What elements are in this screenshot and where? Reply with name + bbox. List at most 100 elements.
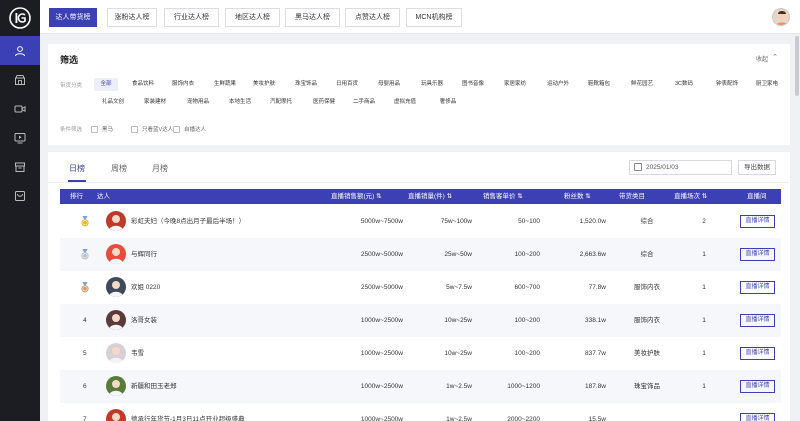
- cell-talent-name[interactable]: 与辉同行: [131, 238, 157, 271]
- sort-icon[interactable]: ⇅: [516, 193, 522, 200]
- tab-sales-ranking[interactable]: 达人带货榜: [49, 8, 97, 27]
- cell-price: 100~200: [514, 317, 541, 324]
- category-chip[interactable]: 3C数码: [665, 78, 703, 91]
- cell-volume: 10w~25w: [444, 317, 472, 324]
- category-chip[interactable]: 鞋靴箱包: [580, 78, 618, 91]
- avatar[interactable]: [106, 244, 126, 264]
- category-chip[interactable]: 母婴用品: [370, 78, 408, 91]
- live-detail-button[interactable]: 直播详情: [740, 380, 775, 393]
- live-detail-button[interactable]: 直播详情: [740, 248, 775, 261]
- sort-icon[interactable]: ⇅: [700, 193, 707, 200]
- video-icon: [14, 105, 26, 112]
- category-chip[interactable]: 礼品文创: [94, 96, 132, 109]
- checkbox-box[interactable]: [131, 125, 138, 133]
- live-detail-button[interactable]: 直播详情: [740, 215, 775, 228]
- table-row[interactable]: 欢姐 0220 2500w~5000w 5w~7.5w 600~700 77.8w 服饰内…: [60, 271, 781, 304]
- collapse-button[interactable]: 收起: [756, 54, 768, 63]
- avatar[interactable]: [106, 211, 126, 231]
- checkbox-self-live[interactable]: 自播达人: [173, 125, 206, 133]
- tab-monthly[interactable]: 月榜: [152, 163, 168, 174]
- col-volume[interactable]: 直播销量(件) ⇅: [408, 189, 452, 204]
- col-sales[interactable]: 直播销售额(元) ⇅: [331, 189, 382, 204]
- sidebar-item-product[interactable]: [0, 152, 40, 181]
- sidebar-item-talent[interactable]: [0, 36, 40, 65]
- category-chip[interactable]: 美妆护肤: [245, 78, 283, 91]
- category-chip[interactable]: 厨卫家电: [748, 78, 786, 91]
- category-chip[interactable]: 全部: [94, 78, 118, 91]
- cell-talent-name[interactable]: 新疆和田玉老郑: [131, 370, 177, 403]
- avatar[interactable]: [106, 409, 126, 421]
- category-chip[interactable]: 食品饮料: [124, 78, 162, 91]
- tab-daily[interactable]: 日榜: [69, 163, 85, 174]
- col-price[interactable]: 销售客单价 ⇅: [483, 189, 523, 204]
- tab-fans-growth[interactable]: 涨粉达人榜: [107, 8, 157, 27]
- sort-icon[interactable]: ⇅: [374, 193, 381, 200]
- category-chip[interactable]: 宠物用品: [179, 96, 217, 109]
- category-chip[interactable]: 图书音像: [454, 78, 492, 91]
- category-chip[interactable]: 玩具乐器: [413, 78, 451, 91]
- table-row[interactable]: 6 新疆和田玉老郑 1000w~2500w 1w~2.5w 1000~1200 187.8…: [60, 370, 781, 403]
- avatar[interactable]: [106, 277, 126, 297]
- sidebar-item-shop[interactable]: [0, 65, 40, 94]
- table-row[interactable]: 彩虹夫妇（今晚8点出月子最后半场！） 5000w~7500w 75w~100w 50~…: [60, 205, 781, 238]
- export-button[interactable]: 导出数据: [738, 160, 776, 175]
- user-icon: [15, 45, 25, 56]
- category-chip[interactable]: 二手商品: [345, 96, 383, 109]
- category-chip[interactable]: 奢侈品: [429, 96, 467, 109]
- tab-industry[interactable]: 行业达人榜: [164, 8, 219, 27]
- cell-talent-name[interactable]: 洛哥女装: [131, 304, 157, 337]
- category-chip[interactable]: 家装建材: [136, 96, 174, 109]
- cell-talent-name[interactable]: 欢姐 0220: [131, 271, 160, 304]
- cell-category: 美妆护肤: [634, 350, 660, 357]
- logo[interactable]: [0, 0, 40, 36]
- tab-likes[interactable]: 点赞达人榜: [345, 8, 400, 27]
- live-detail-button[interactable]: 直播详情: [740, 347, 775, 360]
- category-chip[interactable]: 本地生活: [221, 96, 259, 109]
- category-chip[interactable]: 虚拟充值: [386, 96, 424, 109]
- sidebar-item-store[interactable]: [0, 181, 40, 210]
- checkbox-box[interactable]: [91, 125, 98, 133]
- live-detail-button[interactable]: 直播详情: [740, 281, 775, 294]
- table-row[interactable]: 与辉同行 2500w~5000w 25w~50w 100~200 2,663.6w 综合 1…: [60, 238, 781, 271]
- category-chip[interactable]: 珠宝饰品: [287, 78, 325, 91]
- checkbox-dark-horse[interactable]: 黑马: [91, 125, 113, 133]
- page-scrollbar[interactable]: [795, 36, 799, 96]
- avatar[interactable]: [106, 376, 126, 396]
- sidebar-item-live[interactable]: [0, 123, 40, 152]
- checkbox-box[interactable]: [173, 125, 180, 133]
- category-chip[interactable]: 运动户外: [539, 78, 577, 91]
- table-row[interactable]: 7 德承行年货节-1月3日11点开业超级盛典 1000w~2500w 1w~2.5w 2…: [60, 403, 781, 421]
- category-chip[interactable]: 日用百货: [328, 78, 366, 91]
- tab-dark-horse[interactable]: 黑马达人榜: [285, 8, 340, 27]
- col-fans[interactable]: 粉丝数 ⇅: [564, 189, 591, 204]
- tab-region[interactable]: 地区达人榜: [225, 8, 280, 27]
- category-chip[interactable]: 鲜花园艺: [623, 78, 661, 91]
- table-row[interactable]: 5 韦雪 1000w~2500w 10w~25w 100~200 837.7w 美妆护肤 1 直…: [60, 337, 781, 370]
- category-chip[interactable]: 汽配摩托: [262, 96, 300, 109]
- date-picker[interactable]: 2025/01/03: [629, 160, 732, 175]
- category-chip[interactable]: 钟表配饰: [708, 78, 746, 91]
- avatar[interactable]: [106, 310, 126, 330]
- sort-icon[interactable]: ⇅: [445, 193, 452, 200]
- user-avatar[interactable]: [772, 8, 790, 26]
- category-chip[interactable]: 服饰内衣: [164, 78, 202, 91]
- cell-talent-name[interactable]: 韦雪: [131, 337, 144, 370]
- category-chip[interactable]: 医药保健: [305, 96, 343, 109]
- category-chip[interactable]: 生鲜蔬果: [206, 78, 244, 91]
- tab-mcn[interactable]: MCN机构榜: [406, 8, 462, 27]
- tab-weekly[interactable]: 周榜: [111, 163, 127, 174]
- live-detail-button[interactable]: 直播详情: [740, 314, 775, 327]
- col-sales-label: 直播销售额(元): [331, 193, 375, 200]
- checkbox-blue-v[interactable]: 只看蓝V达人: [131, 125, 173, 133]
- chevron-up-icon[interactable]: ⌃: [772, 53, 778, 61]
- live-detail-button[interactable]: 直播详情: [740, 413, 775, 421]
- table-row[interactable]: 4 洛哥女装 1000w~2500w 10w~25w 100~200 338.1w 服饰内衣…: [60, 304, 781, 337]
- avatar[interactable]: [106, 343, 126, 363]
- col-sessions[interactable]: 直播场次 ⇅: [674, 189, 707, 204]
- sort-icon[interactable]: ⇅: [584, 193, 590, 200]
- cell-fans: 187.8w: [585, 383, 606, 390]
- sidebar-item-video[interactable]: [0, 94, 40, 123]
- category-chip[interactable]: 家居家纺: [496, 78, 534, 91]
- cell-talent-name[interactable]: 德承行年货节-1月3日11点开业超级盛典: [131, 403, 245, 421]
- cell-talent-name[interactable]: 彩虹夫妇（今晚8点出月子最后半场！）: [131, 205, 245, 238]
